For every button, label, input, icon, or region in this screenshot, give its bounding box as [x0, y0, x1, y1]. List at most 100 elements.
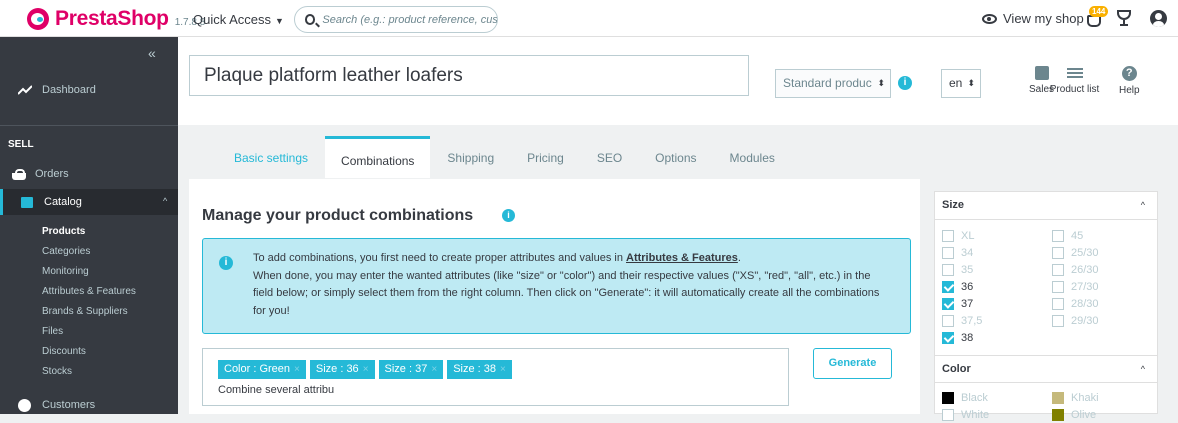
size-option[interactable]: 35: [942, 261, 982, 278]
size-option[interactable]: 37: [942, 295, 982, 312]
product-list-button[interactable]: Product list: [1047, 66, 1102, 95]
color-option[interactable]: Khaki: [1052, 389, 1099, 406]
remove-tag-icon[interactable]: ×: [294, 364, 300, 375]
checkbox[interactable]: [942, 314, 954, 327]
checkbox[interactable]: [1052, 246, 1064, 259]
color-group-title: Color: [942, 363, 971, 375]
info-alert: i To add combinations, you first need to…: [202, 238, 911, 334]
brand-name: PrestaShop: [55, 7, 169, 30]
tab-modules[interactable]: Modules: [714, 137, 791, 179]
select-arrows-icon: ⬍: [967, 78, 975, 88]
checkbox[interactable]: [1052, 297, 1064, 310]
submenu-item-brands-suppliers[interactable]: Brands & Suppliers: [42, 302, 136, 322]
search-icon: [305, 14, 316, 25]
submenu-item-categories[interactable]: Categories: [42, 242, 136, 262]
combination-attributes-input[interactable]: Color : Green × Size : 36 × Size : 37 × Siz…: [202, 348, 789, 406]
remove-tag-icon[interactable]: ×: [363, 364, 369, 375]
submenu-item-attributes-features[interactable]: Attributes & Features: [42, 282, 136, 302]
sidebar-item-dashboard[interactable]: Dashboard: [0, 75, 178, 105]
submenu-item-products[interactable]: Products: [42, 222, 136, 242]
catalog-submenu: Products Categories Monitoring Attribute…: [42, 222, 136, 382]
size-option[interactable]: 45: [1052, 227, 1099, 244]
language-value: en: [949, 76, 963, 90]
collapse-sidebar-icon[interactable]: «: [148, 45, 156, 61]
user-account-icon[interactable]: [1150, 10, 1167, 27]
attributes-panel: Size ^ XL 34 35 36 37 37,5 38 45 25/30 2…: [934, 191, 1158, 421]
size-option[interactable]: 26/30: [1052, 261, 1099, 278]
size-option[interactable]: 38: [942, 329, 982, 346]
color-options-right: Khaki Olive: [1052, 389, 1099, 423]
color-swatch[interactable]: [942, 391, 954, 404]
size-option[interactable]: 34: [942, 244, 982, 261]
color-group-header[interactable]: Color ^: [935, 355, 1157, 383]
checkbox[interactable]: [942, 229, 954, 242]
product-name-input[interactable]: Plaque platform leather loafers: [189, 55, 749, 96]
size-group-header[interactable]: Size ^: [935, 192, 1157, 220]
size-option[interactable]: XL: [942, 227, 982, 244]
remove-tag-icon[interactable]: ×: [431, 364, 437, 375]
prestashop-logo[interactable]: PrestaShop 1.7.8.8: [27, 7, 205, 31]
remove-tag-icon[interactable]: ×: [500, 364, 506, 375]
language-select[interactable]: en ⬍: [941, 69, 981, 98]
attributes-features-link[interactable]: Attributes & Features: [626, 252, 738, 264]
sidebar-item-label: Catalog: [44, 196, 82, 208]
size-option[interactable]: 37,5: [942, 312, 982, 329]
info-icon[interactable]: i: [898, 76, 912, 90]
tab-combinations[interactable]: Combinations: [325, 136, 431, 178]
help-icon: ?: [1121, 66, 1137, 81]
submenu-item-monitoring[interactable]: Monitoring: [42, 262, 136, 282]
color-swatch[interactable]: [1052, 408, 1064, 421]
trending-up-icon: [18, 85, 32, 95]
tab-options[interactable]: Options: [639, 137, 712, 179]
size-option[interactable]: 28/30: [1052, 295, 1099, 312]
info-icon: i: [219, 256, 233, 270]
sidebar-item-catalog[interactable]: Catalog ^: [0, 189, 178, 215]
help-button[interactable]: ? Help: [1119, 66, 1140, 96]
view-my-shop-link[interactable]: View my shop: [982, 11, 1084, 26]
product-type-select[interactable]: Standard produc ⬍: [775, 69, 891, 98]
size-option[interactable]: 36: [942, 278, 982, 295]
submenu-item-discounts[interactable]: Discounts: [42, 342, 136, 362]
quick-access-dropdown[interactable]: Quick Access ▼: [193, 12, 284, 27]
alert-text-end: .: [737, 252, 741, 264]
alert-text-start: To add combinations, you first need to c…: [253, 252, 626, 264]
submenu-item-stocks[interactable]: Stocks: [42, 362, 136, 382]
trophy-icon[interactable]: [1117, 10, 1131, 27]
info-icon[interactable]: i: [502, 209, 515, 222]
basket-icon: [12, 168, 26, 180]
sidebar-item-orders[interactable]: Orders: [0, 163, 178, 185]
checkbox[interactable]: [1052, 229, 1064, 242]
color-option[interactable]: Olive: [1052, 406, 1099, 423]
size-option[interactable]: 29/30: [1052, 312, 1099, 329]
submenu-item-files[interactable]: Files: [42, 322, 136, 342]
checkbox[interactable]: [942, 263, 954, 276]
checkbox[interactable]: [1052, 280, 1064, 293]
size-option[interactable]: 25/30: [1052, 244, 1099, 261]
tab-basic-settings[interactable]: Basic settings: [189, 137, 324, 179]
tab-shipping[interactable]: Shipping: [431, 137, 510, 179]
sidebar-item-label: Customers: [42, 399, 96, 411]
tab-seo[interactable]: SEO: [581, 137, 638, 179]
size-option[interactable]: 27/30: [1052, 278, 1099, 295]
color-option[interactable]: Black: [942, 389, 989, 406]
attribute-tag: Size : 38 ×: [447, 360, 512, 379]
checkbox-checked[interactable]: [942, 331, 954, 344]
selected-tags: Color : Green × Size : 36 × Size : 37 × Siz…: [218, 360, 516, 379]
checkbox[interactable]: [942, 246, 954, 259]
checkbox[interactable]: [1052, 263, 1064, 276]
checkbox-checked[interactable]: [942, 280, 954, 293]
color-swatch[interactable]: [1052, 391, 1064, 404]
sidebar-item-customers[interactable]: Customers: [0, 394, 178, 416]
tab-pricing[interactable]: Pricing: [511, 137, 580, 179]
color-option[interactable]: White: [942, 406, 989, 423]
caret-down-icon: ▼: [275, 16, 284, 26]
section-heading-sell: SELL: [8, 139, 34, 150]
color-swatch[interactable]: [942, 408, 954, 421]
search-input[interactable]: Search (e.g.: product reference, custon: [294, 6, 498, 33]
alert-text: To add combinations, you first need to c…: [253, 250, 893, 320]
checkbox-checked[interactable]: [942, 297, 954, 310]
attribute-tag: Size : 36 ×: [309, 360, 375, 379]
checkbox[interactable]: [1052, 314, 1064, 327]
generate-button[interactable]: Generate: [813, 348, 892, 379]
notifications-button[interactable]: 144: [1085, 6, 1109, 27]
